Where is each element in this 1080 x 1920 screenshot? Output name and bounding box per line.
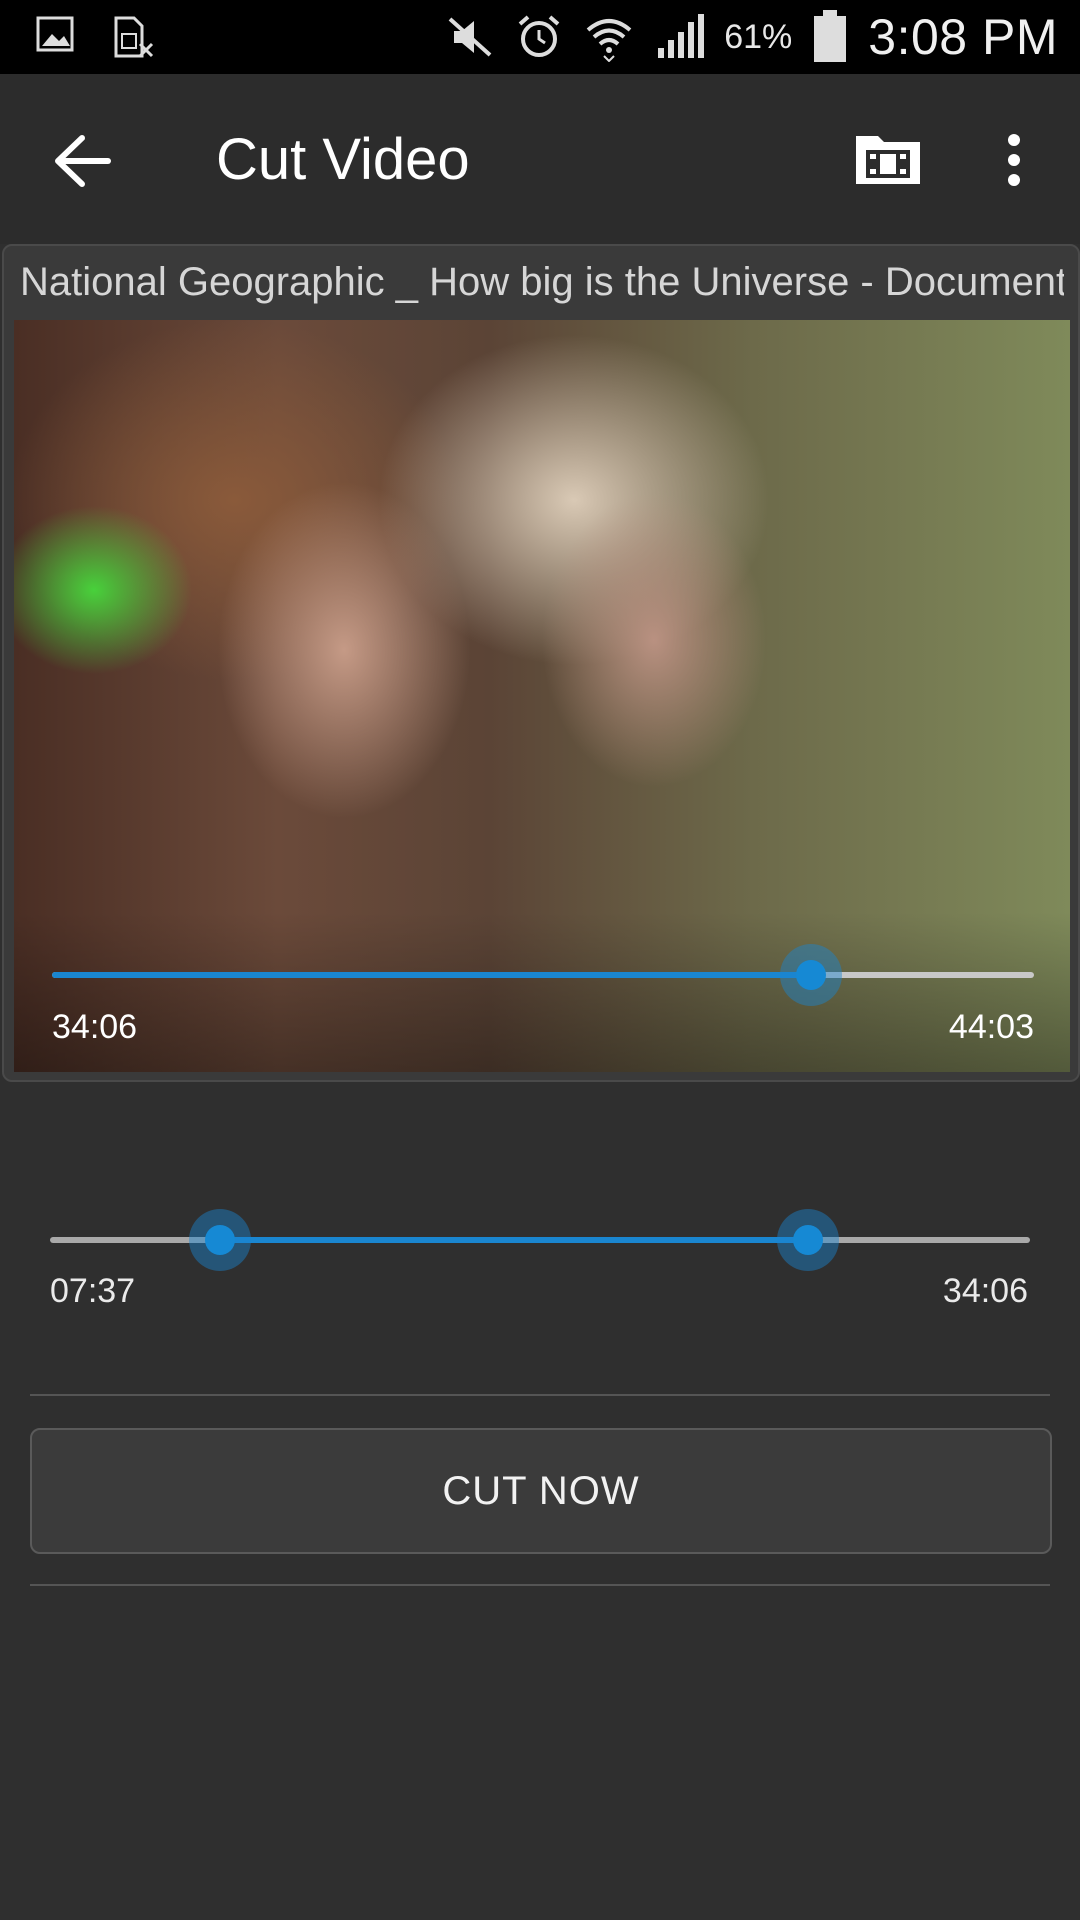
wifi-icon (584, 12, 634, 62)
status-bar: 61% 3:08 PM (0, 0, 1080, 74)
status-left-icons (36, 14, 156, 60)
divider-top (30, 1394, 1050, 1396)
status-time: 3:08 PM (868, 9, 1058, 65)
playback-thumb[interactable] (780, 944, 843, 1006)
app-bar: Cut Video (0, 74, 1080, 244)
mute-icon (446, 13, 494, 61)
video-title: National Geographic _ How big is the Uni… (20, 260, 1064, 304)
playback-progress (52, 972, 812, 978)
battery-percent: 61% (724, 17, 793, 56)
back-button[interactable] (52, 130, 114, 192)
total-time: 44:03 (948, 1008, 1034, 1046)
alarm-icon (514, 12, 564, 62)
video-panel: National Geographic _ How big is the Uni… (2, 244, 1080, 1082)
video-preview[interactable]: 34:06 44:03 (14, 320, 1070, 1072)
range-start-time: 07:37 (50, 1272, 136, 1310)
range-end-handle[interactable] (776, 1209, 839, 1271)
more-options-button[interactable] (1000, 132, 1028, 188)
sim-off-icon (110, 14, 156, 60)
divider-bottom (30, 1584, 1050, 1586)
playback-seekbar[interactable] (52, 944, 1034, 1006)
cut-range-slider[interactable] (50, 1209, 1030, 1271)
video-overlay (14, 912, 1070, 1072)
image-icon (36, 14, 76, 60)
page-title: Cut Video (216, 127, 470, 192)
video-folder-button[interactable] (854, 130, 922, 186)
current-time: 34:06 (52, 1008, 138, 1046)
status-right: 61% 3:08 PM (446, 0, 1058, 74)
cut-now-button[interactable]: CUT NOW (30, 1428, 1052, 1554)
video-folder-icon (856, 136, 920, 184)
signal-icon (654, 12, 705, 62)
range-end-time: 34:06 (942, 1272, 1028, 1310)
range-start-handle[interactable] (188, 1209, 251, 1271)
cut-range-selection (219, 1237, 808, 1243)
back-arrow-icon (55, 135, 111, 187)
battery-icon (812, 10, 848, 64)
more-vert-icon (1008, 134, 1020, 186)
